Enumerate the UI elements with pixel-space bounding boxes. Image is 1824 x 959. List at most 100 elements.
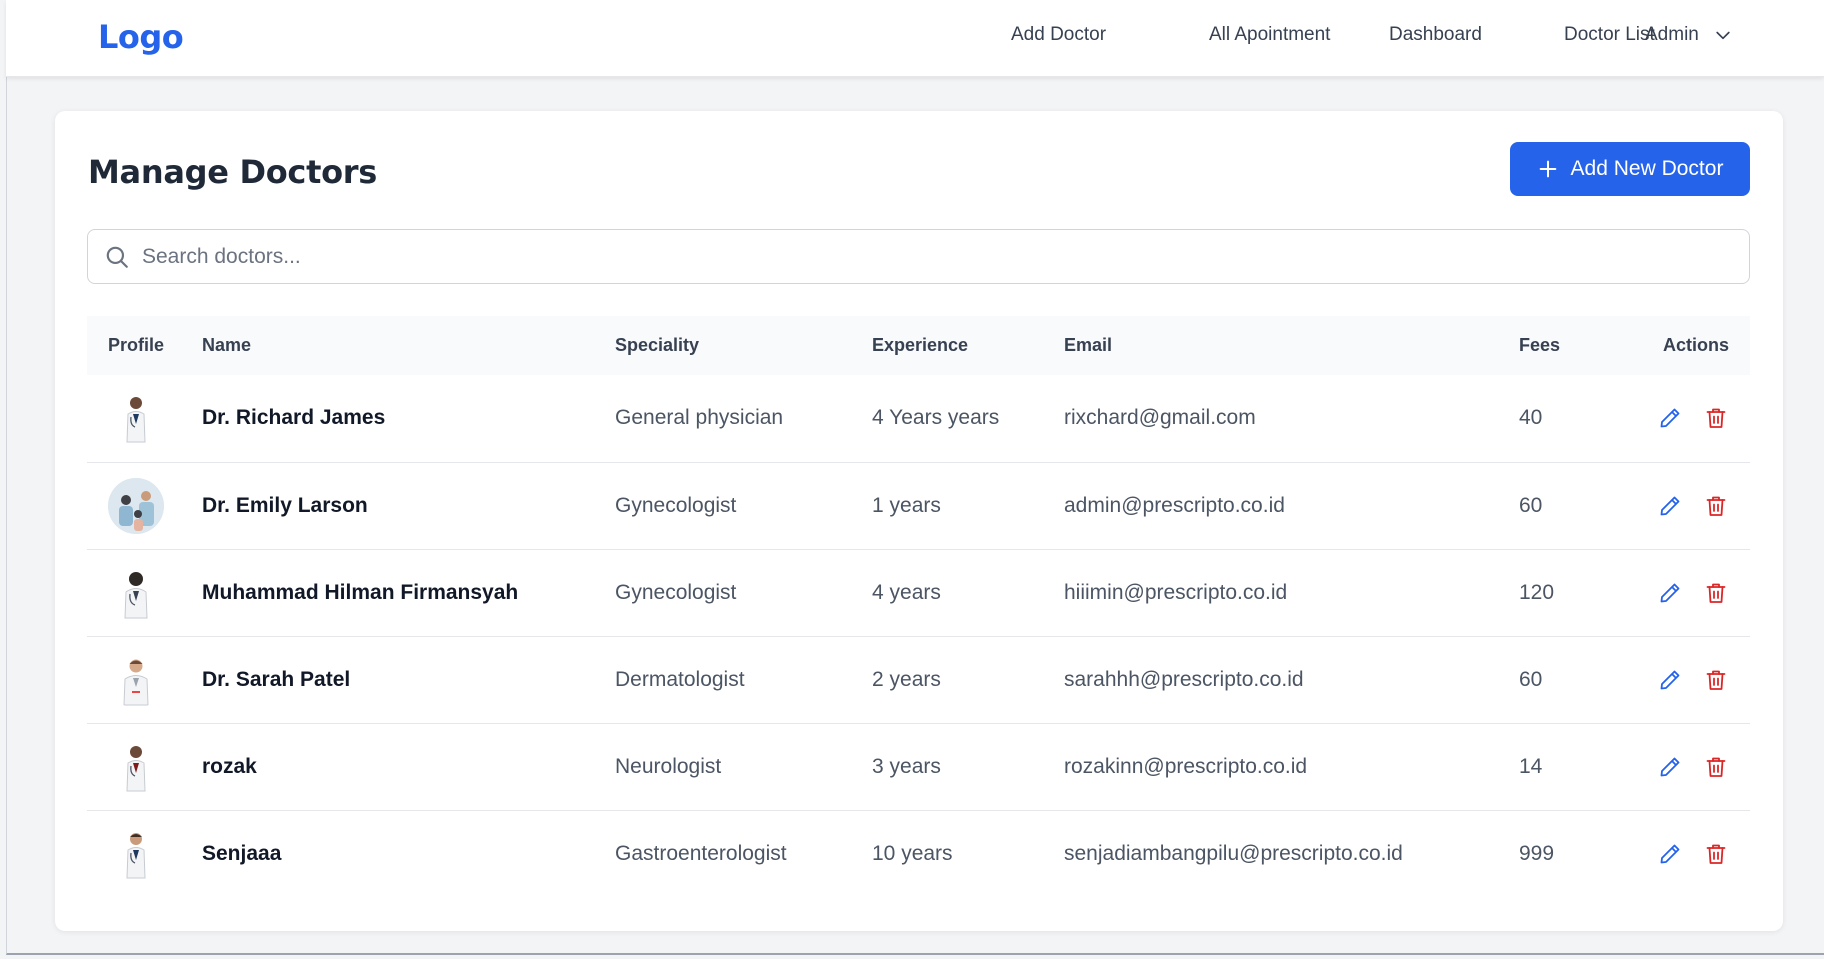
delete-button[interactable] [1704, 494, 1728, 518]
pencil-icon [1660, 757, 1680, 776]
pencil-icon [1660, 496, 1680, 515]
header-name: Name [202, 335, 252, 355]
header-email: Email [1064, 335, 1113, 355]
doctors-table: Profile Name Speciality Experience Email… [87, 316, 1750, 897]
doctor-name: rozak [202, 754, 257, 778]
doctor-email: sarahhh@prescripto.co.id [1064, 667, 1304, 691]
doctor-email: hiiimin@prescripto.co.id [1064, 580, 1288, 604]
page-title: Manage Doctors [88, 153, 377, 191]
doctor-speciality: General physician [615, 406, 784, 430]
search-icon [106, 246, 128, 268]
clinic-photo-icon [108, 477, 164, 534]
trash-icon [1706, 408, 1726, 429]
header-experience: Experience [872, 335, 969, 355]
admin-menu[interactable]: Admin [1645, 24, 1733, 46]
delete-button[interactable] [1704, 755, 1728, 779]
table-header-row: Profile Name Speciality Experience Email… [87, 316, 1750, 375]
add-new-doctor-label: Add New Doctor [1570, 157, 1724, 180]
table-row: Dr. Sarah Patel Dermatologist 2 years sa… [87, 636, 1750, 723]
doctor-portrait-icon [126, 745, 146, 791]
doctor-avatar [108, 477, 164, 534]
doctor-speciality: Dermatologist [615, 667, 745, 691]
doctor-portrait-icon [123, 659, 149, 705]
pencil-icon [1660, 583, 1680, 602]
doctor-experience: 1 years [872, 493, 941, 517]
doctor-experience: 10 years [872, 841, 953, 865]
header-actions: Actions [1662, 335, 1729, 355]
edit-button[interactable] [1658, 842, 1682, 866]
edit-button[interactable] [1658, 755, 1682, 779]
doctor-fees: 60 [1519, 493, 1543, 517]
table-row: Senjaaa Gastroenterologist 10 years senj… [87, 810, 1750, 897]
doctor-experience: 3 years [872, 754, 941, 778]
nav-add-doctor[interactable]: Add Doctor [1011, 24, 1106, 46]
doctor-fees: 60 [1519, 667, 1543, 691]
doctor-name: Senjaaa [202, 841, 282, 865]
doctor-email: rixchard@gmail.com [1064, 406, 1256, 430]
table-body: Dr. Richard James General physician 4 Ye… [87, 375, 1750, 897]
doctor-avatar [108, 825, 164, 882]
pencil-icon [1660, 670, 1680, 689]
delete-button[interactable] [1704, 406, 1728, 430]
plus-icon [1539, 160, 1556, 178]
edit-button[interactable] [1658, 581, 1682, 605]
doctor-avatar [108, 738, 164, 795]
trash-icon [1706, 757, 1726, 777]
doctor-fees: 40 [1519, 406, 1543, 430]
doctor-speciality: Gynecologist [615, 580, 737, 604]
doctor-experience: 2 years [872, 667, 941, 691]
doctor-email: rozakinn@prescripto.co.id [1064, 754, 1308, 778]
doctor-name: Muhammad Hilman Firmansyah [202, 580, 519, 604]
doctor-portrait-icon [126, 397, 146, 443]
header-speciality: Speciality [615, 335, 700, 355]
doctor-portrait-icon [126, 832, 146, 879]
pencil-icon [1660, 408, 1680, 428]
doctor-avatar [108, 651, 164, 708]
table-row: Dr. Emily Larson Gynecologist 1 years ad… [87, 462, 1750, 549]
doctor-name: Dr. Sarah Patel [202, 667, 351, 691]
doctor-speciality: Gynecologist [615, 493, 737, 517]
trash-icon [1706, 670, 1726, 690]
doctor-speciality: Gastroenterologist [615, 841, 787, 865]
trash-icon [1706, 844, 1726, 864]
doctor-experience: 4 years [872, 580, 941, 604]
nav-doctor-list[interactable]: Doctor List [1564, 24, 1655, 46]
search-input[interactable] [142, 230, 1732, 283]
pencil-icon [1660, 844, 1680, 864]
table-row: rozak Neurologist 3 years rozakinn@presc… [87, 723, 1750, 810]
doctor-email: senjadiambangpilu@prescripto.co.id [1064, 841, 1403, 865]
doctor-name: Dr. Emily Larson [202, 493, 368, 517]
nav-links: Add Doctor All Apointment Dashboard Doct… [6, 0, 1824, 77]
add-new-doctor-button[interactable]: Add New Doctor [1510, 142, 1750, 196]
doctor-name: Dr. Richard James [202, 406, 386, 430]
edit-button[interactable] [1658, 494, 1682, 518]
doctor-fees: 120 [1519, 580, 1555, 604]
edit-button[interactable] [1658, 668, 1682, 692]
doctor-avatar [108, 564, 164, 621]
delete-button[interactable] [1704, 581, 1728, 605]
doctor-fees: 999 [1519, 841, 1555, 865]
manage-doctors-card: Manage Doctors Add New Doctor Profile Na… [55, 111, 1783, 931]
row-actions [1645, 494, 1750, 518]
header-fees: Fees [1519, 335, 1561, 355]
row-actions [1645, 406, 1750, 430]
delete-button[interactable] [1704, 842, 1728, 866]
doctor-fees: 14 [1519, 754, 1543, 778]
row-actions [1645, 668, 1750, 692]
nav-dashboard[interactable]: Dashboard [1389, 24, 1482, 46]
search-box [87, 229, 1750, 284]
edit-button[interactable] [1658, 406, 1682, 430]
nav-all-appointment[interactable]: All Apointment [1209, 24, 1330, 46]
admin-label: Admin [1645, 24, 1699, 45]
doctor-experience: 4 Years years [872, 406, 1000, 430]
doctor-portrait-icon [124, 571, 148, 618]
header-profile: Profile [108, 335, 165, 355]
table-row: Dr. Richard James General physician 4 Ye… [87, 375, 1750, 462]
chevron-down-icon [1716, 31, 1730, 40]
trash-icon [1706, 496, 1726, 516]
table-row: Muhammad Hilman Firmansyah Gynecologist … [87, 549, 1750, 636]
navbar: Logo Add Doctor All Apointment Dashboard… [6, 0, 1824, 77]
doctor-avatar [108, 390, 164, 447]
delete-button[interactable] [1704, 668, 1728, 692]
row-actions [1645, 755, 1750, 779]
